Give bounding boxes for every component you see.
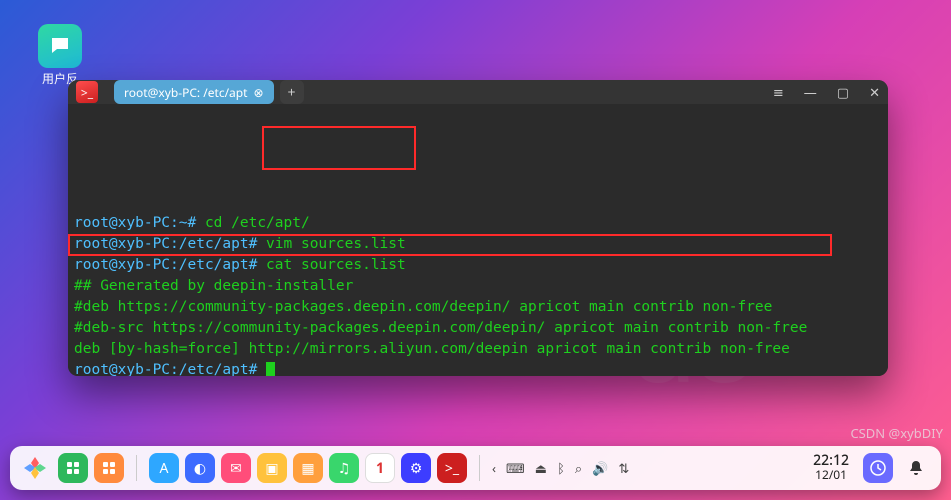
desktop-icon[interactable] [94,453,124,483]
prompt: root@xyb-PC:~# [74,215,196,231]
tab-strip: root@xyb-PC: /etc/apt ⊗ + [114,80,304,104]
feedback-icon [38,24,82,68]
photos-icon[interactable]: ▦ [293,453,323,483]
highlight-box-commands [262,126,416,170]
terminal-line: #deb-src https://community-packages.deep… [74,318,882,339]
app-store-icon[interactable]: A [149,453,179,483]
command-text: cat sources.list [257,257,405,273]
multitask-icon[interactable] [58,453,88,483]
tab-terminal[interactable]: root@xyb-PC: /etc/apt ⊗ [114,80,274,104]
maximize-button[interactable]: ▢ [837,83,849,101]
terminal-app-icon: >_ [76,81,98,103]
terminal-line: ## Generated by deepin-installer [74,276,882,297]
prompt: root@xyb-PC:/etc/apt# [74,257,257,273]
clock-date: 12/01 [813,469,849,482]
launcher-icon[interactable] [20,453,50,483]
terminal-line: root@xyb-PC:/etc/apt# [74,360,882,376]
terminal-line: root@xyb-PC:~# cd /etc/apt/ [74,213,882,234]
datetime-icon[interactable] [863,453,893,483]
close-button[interactable]: ✕ [869,83,880,101]
terminal-icon[interactable]: >_ [437,453,467,483]
terminal-line: deb [by-hash=force] http://mirrors.aliyu… [74,339,882,360]
command-text: cd /etc/apt/ [196,215,310,231]
window-controls: ≡ — ▢ ✕ [773,83,880,101]
terminal-line: #deb https://community-packages.deepin.c… [74,297,882,318]
watermark-text: CSDN @xybDIY [850,424,943,442]
dock-separator [136,455,137,481]
keyboard-icon[interactable]: ⌨ [506,459,525,477]
terminal-line: root@xyb-PC:/etc/apt# cat sources.list [74,255,882,276]
control-center-icon[interactable]: ⚙ [401,453,431,483]
bluetooth-icon[interactable]: ᛒ [557,459,565,477]
taskbar: A◐✉▣▦♫1⚙>_ ‹ ⌨ ⏏ ᛒ ⌕ 🔊 ⇅ 22:12 12/01 [10,446,941,490]
usb-icon[interactable]: ⏏ [535,459,547,477]
prompt: root@xyb-PC:/etc/apt# [74,236,257,252]
dock-separator [479,455,480,481]
file-manager-icon[interactable]: ▣ [257,453,287,483]
cursor [266,362,275,376]
tab-close-icon[interactable]: ⊗ [253,84,263,101]
search-icon[interactable]: ⌕ [575,459,582,477]
desktop-icon-feedback[interactable]: 用户反 [30,24,90,87]
volume-icon[interactable]: 🔊 [592,459,608,477]
network-icon[interactable]: ⇅ [618,459,629,477]
prompt: root@xyb-PC:/etc/apt# [74,362,257,376]
tray-chevron-icon[interactable]: ‹ [492,459,496,477]
menu-button[interactable]: ≡ [773,83,784,101]
browser-icon[interactable]: ◐ [185,453,215,483]
terminal-window: >_ root@xyb-PC: /etc/apt ⊗ + ≡ — ▢ ✕ roo… [68,80,888,376]
notification-bell-icon[interactable] [901,453,931,483]
clock[interactable]: 22:12 12/01 [813,454,849,481]
command-text: vim sources.list [257,236,405,252]
command-text [257,362,266,376]
terminal-body[interactable]: root@xyb-PC:~# cd /etc/apt/root@xyb-PC:/… [68,104,888,376]
tab-title: root@xyb-PC: /etc/apt [124,84,247,101]
mail-icon[interactable]: ✉ [221,453,251,483]
terminal-line: root@xyb-PC:/etc/apt# vim sources.list [74,234,882,255]
music-icon[interactable]: ♫ [329,453,359,483]
window-titlebar[interactable]: >_ root@xyb-PC: /etc/apt ⊗ + ≡ — ▢ ✕ [68,80,888,104]
new-tab-button[interactable]: + [280,80,304,104]
calendar-icon[interactable]: 1 [365,453,395,483]
minimize-button[interactable]: — [804,83,817,101]
